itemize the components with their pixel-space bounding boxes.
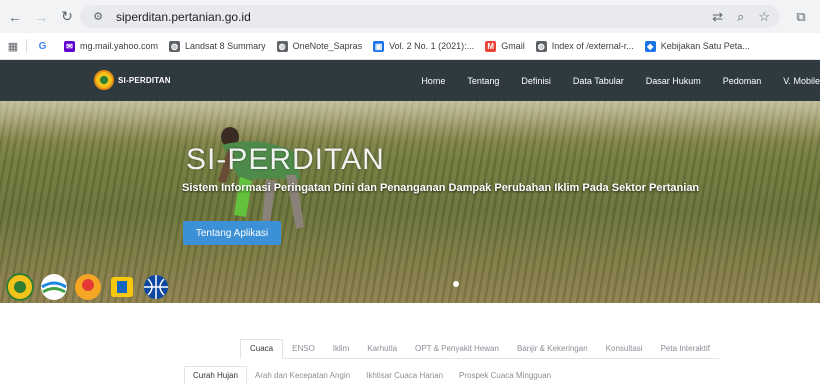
extensions-icon[interactable]: ⧉ bbox=[790, 6, 812, 28]
bookmark-favicon-icon: M bbox=[485, 40, 497, 52]
carousel-indicator[interactable] bbox=[453, 281, 459, 287]
weather-subtabs: Curah Hujan Arah dan Kecepatan Angin Ikhti… bbox=[184, 366, 559, 384]
menu-item-tentang[interactable]: Tentang bbox=[467, 76, 499, 86]
hero-subtitle: Sistem Informasi Peringatan Dini dan Pen… bbox=[182, 182, 700, 194]
subtab-prospek-cuaca-mingguan[interactable]: Prospek Cuaca Mingguan bbox=[451, 366, 559, 384]
bookmark-item[interactable]: ✉ mg.mail.yahoo.com bbox=[64, 40, 159, 52]
pupr-logo-icon bbox=[111, 277, 133, 297]
menu-item-dasar-hukum[interactable]: Dasar Hukum bbox=[646, 76, 701, 86]
bookmark-label: OneNote_Sapras bbox=[292, 41, 363, 51]
bookmark-label: Vol. 2 No. 1 (2021):... bbox=[389, 41, 475, 51]
hero-title: SI-PERDITAN bbox=[186, 143, 385, 176]
subtab-curah-hujan[interactable]: Curah Hujan bbox=[184, 366, 247, 384]
bookmark-star-icon[interactable]: ☆ bbox=[758, 9, 770, 25]
bookmark-favicon-icon: ◆ bbox=[644, 40, 656, 52]
hero-haze bbox=[0, 101, 820, 141]
bookmark-favicon-icon: ◍ bbox=[276, 40, 288, 52]
site-navbar: SI-PERDITAN Home Tentang Definisi Data Tabu… bbox=[0, 60, 820, 101]
bookmark-favicon-icon: ✉ bbox=[64, 40, 75, 52]
hero-banner: SI-PERDITAN Sistem Informasi Peringatan … bbox=[0, 101, 820, 303]
bookmark-separator bbox=[26, 39, 27, 53]
bookmark-label: Kebijakan Satu Peta... bbox=[660, 41, 750, 51]
apps-icon[interactable]: ▦ bbox=[0, 40, 26, 53]
menu-item-home[interactable]: Home bbox=[421, 76, 445, 86]
category-tabs: Cuaca ENSO Iklim Karhutla OPT & Penyakit Hew… bbox=[240, 338, 719, 359]
menu-item-pedoman[interactable]: Pedoman bbox=[723, 76, 762, 86]
site-info-icon[interactable]: ⚙ bbox=[90, 9, 106, 25]
translate-icon[interactable]: ⇄ bbox=[712, 9, 723, 25]
bookmark-favicon-icon: ▣ bbox=[373, 40, 385, 52]
bookmark-item[interactable]: ◍ Landsat 8 Summary bbox=[169, 40, 266, 52]
about-app-button[interactable]: Tentang Aplikasi bbox=[183, 221, 281, 245]
tab-karhutla[interactable]: Karhutla bbox=[358, 339, 406, 359]
tab-banjir-kekeringan[interactable]: Banjir & Kekeringan bbox=[508, 339, 597, 359]
tab-konsultasi[interactable]: Konsultasi bbox=[597, 339, 652, 359]
menu-item-v-mobile[interactable]: V. Mobile bbox=[783, 76, 820, 86]
main-menu: Home Tentang Definisi Data Tabular Dasar Huk… bbox=[399, 60, 820, 101]
bookmark-item[interactable]: ▣ Vol. 2 No. 1 (2021):... bbox=[373, 40, 475, 52]
bookmark-label: Landsat 8 Summary bbox=[185, 41, 266, 51]
tab-iklim[interactable]: Iklim bbox=[324, 339, 358, 359]
tab-enso[interactable]: ENSO bbox=[283, 339, 324, 359]
browser-toolbar: ← → ↻ ⚙ siperditan.pertanian.go.id ⇄ ⌕ ☆… bbox=[0, 0, 820, 33]
google-icon: G bbox=[38, 40, 47, 52]
bookmarks-bar: ▦ G ✉ mg.mail.yahoo.com ◍ Landsat 8 Summary… bbox=[0, 33, 820, 60]
bookmark-item[interactable]: ◍ Index of /external-r... bbox=[535, 40, 634, 52]
tab-cuaca[interactable]: Cuaca bbox=[240, 338, 284, 359]
bnpb-logo-icon bbox=[75, 274, 101, 300]
bookmark-favicon-icon: ◍ bbox=[535, 40, 547, 52]
back-icon[interactable]: ← bbox=[4, 6, 26, 28]
bookmark-label: Index of /external-r... bbox=[551, 41, 634, 51]
google-bookmark[interactable]: G bbox=[37, 41, 53, 52]
logo-emblem-icon bbox=[94, 70, 114, 90]
kementan-logo-icon bbox=[6, 273, 34, 301]
subtab-arah-dan-kecepatan-angin[interactable]: Arah dan Kecepatan Angin bbox=[247, 366, 358, 384]
partner-logos bbox=[6, 273, 170, 301]
url-text[interactable]: siperditan.pertanian.go.id bbox=[116, 10, 251, 24]
bookmark-label: mg.mail.yahoo.com bbox=[80, 41, 159, 51]
site-logo[interactable]: SI-PERDITAN bbox=[94, 70, 171, 90]
zoom-icon[interactable]: ⌕ bbox=[737, 9, 744, 25]
logo-text: SI-PERDITAN bbox=[118, 75, 171, 85]
tab-opt-penyakit-hewan[interactable]: OPT & Penyakit Hewan bbox=[406, 339, 508, 359]
bookmark-favicon-icon: ◍ bbox=[169, 40, 181, 52]
subtab-ikhtisar-cuaca-harian[interactable]: Ikhtisar Cuaca Harian bbox=[358, 366, 451, 384]
tab-peta-interaktif[interactable]: Peta Interaktif bbox=[652, 339, 719, 359]
bookmark-list: ✉ mg.mail.yahoo.com ◍ Landsat 8 Summary ◍ One… bbox=[64, 40, 761, 52]
menu-item-definisi[interactable]: Definisi bbox=[521, 76, 551, 86]
bookmark-item[interactable]: M Gmail bbox=[485, 40, 525, 52]
address-bar[interactable]: ⚙ siperditan.pertanian.go.id ⇄ ⌕ ☆ bbox=[80, 5, 780, 28]
globe-logo-icon bbox=[144, 275, 168, 299]
reload-icon[interactable]: ↻ bbox=[56, 6, 78, 28]
bookmark-label: Gmail bbox=[501, 41, 525, 51]
bookmark-item[interactable]: ◍ OneNote_Sapras bbox=[276, 40, 363, 52]
bookmark-item[interactable]: ◆ Kebijakan Satu Peta... bbox=[644, 40, 750, 52]
bmkg-logo-icon bbox=[41, 274, 67, 300]
menu-item-data-tabular[interactable]: Data Tabular bbox=[573, 76, 624, 86]
forward-icon[interactable]: → bbox=[30, 6, 52, 28]
